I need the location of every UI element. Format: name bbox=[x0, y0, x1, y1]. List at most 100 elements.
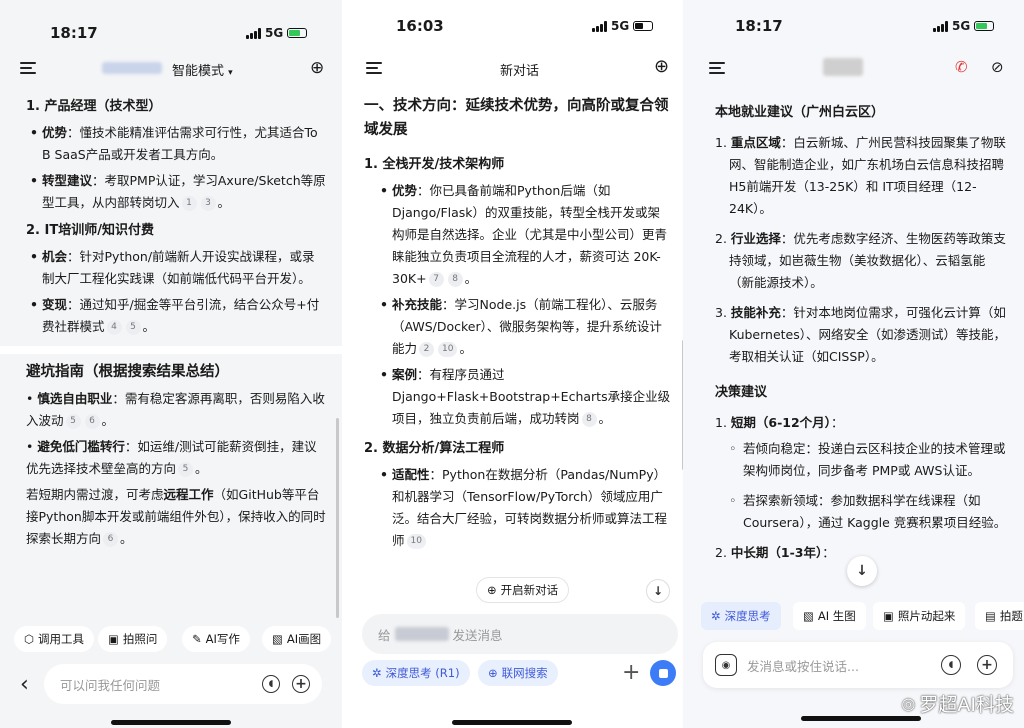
list-item: 机会：针对Python/前端新人开设实战课程，或录制大厂工程化实践课（如前端低代… bbox=[30, 246, 326, 290]
status-time: 18:17 bbox=[735, 17, 783, 35]
citation-badge[interactable]: 3 bbox=[200, 196, 216, 211]
back-arrow-icon[interactable]: ‹ bbox=[20, 672, 29, 697]
signal-icon bbox=[592, 20, 607, 32]
item-key: 优势 bbox=[392, 183, 418, 198]
item-key: 转型建议 bbox=[42, 173, 93, 188]
blurred-name bbox=[394, 627, 449, 641]
item-text: ：你已具备前端和Python后端（如Django/Flask）的双重技能，转型全… bbox=[392, 183, 668, 286]
menu-icon[interactable] bbox=[366, 62, 382, 74]
page-title: 新对话 bbox=[500, 64, 540, 79]
citation-badge[interactable]: 2 bbox=[419, 342, 435, 357]
chat-input[interactable]: 给 发送消息 bbox=[362, 614, 678, 654]
web-search-chip[interactable]: ⊕ 联网搜索 bbox=[478, 660, 558, 686]
new-chat-icon[interactable]: ⊕ bbox=[310, 58, 324, 78]
main-heading: 一、技术方向：延续技术优势，向高阶或复合领域发展 bbox=[364, 98, 669, 138]
text: 若短期内需过渡，可考虑 bbox=[26, 487, 164, 502]
list-item: 适配性：Python在数据分析（Pandas/NumPy）和机器学习（Tenso… bbox=[380, 464, 671, 552]
chat-content: 1. 产品经理（技术型） 优势：懂技术能精准评估需求可行性，尤其适合To B S… bbox=[0, 90, 342, 618]
citation-badge[interactable]: 6 bbox=[103, 532, 119, 547]
citation-badge[interactable]: 4 bbox=[106, 320, 122, 335]
scroll-down-icon[interactable]: ↓ bbox=[646, 579, 670, 603]
new-chat-icon[interactable]: ⊕ bbox=[654, 56, 669, 77]
list-item: 1. 短期（6-12个月）： bbox=[715, 415, 844, 430]
new-chat-button[interactable]: ⊕ 开启新对话 bbox=[476, 577, 570, 603]
citation-badge[interactable]: 10 bbox=[438, 342, 458, 357]
chip-label: 调用工具 bbox=[38, 632, 85, 646]
chip-label: 照片动起来 bbox=[897, 609, 956, 623]
plus-icon[interactable]: + bbox=[622, 660, 640, 685]
citation-badge[interactable]: 5 bbox=[125, 320, 141, 335]
citation-badge[interactable]: 5 bbox=[178, 462, 194, 477]
citation-badge[interactable]: 6 bbox=[84, 414, 100, 429]
citation-badge[interactable]: 1 bbox=[181, 196, 197, 211]
ai-image-chip[interactable]: ▧ AI 生图 bbox=[793, 602, 866, 630]
chat-content: 一、技术方向：延续技术优势，向高阶或复合领域发展 1. 全栈开发/技术架构师 优… bbox=[342, 94, 683, 600]
mode-selector[interactable]: 智能模式 ▾ bbox=[172, 60, 233, 79]
network-type: 5G bbox=[265, 26, 284, 40]
tools-chip[interactable]: ⬡ 调用工具 bbox=[14, 626, 95, 652]
phone-screen-3: 18:17 5G ✆ ⊘ 本地就业建议（广州白云区） 1. 重点区域：白云新城、… bbox=[683, 0, 1024, 728]
photo-icon: ▣ bbox=[883, 609, 894, 623]
menu-icon[interactable] bbox=[20, 62, 36, 74]
input-placeholder: 发送消息 bbox=[452, 627, 503, 643]
deep-think-chip[interactable]: ✲ 深度思考 bbox=[701, 602, 781, 630]
plus-icon[interactable]: + bbox=[292, 675, 310, 693]
signal-icon bbox=[246, 27, 261, 39]
blurred-avatar bbox=[102, 62, 162, 74]
camera-icon[interactable]: ◉ bbox=[715, 654, 737, 676]
chat-input[interactable]: 可以问我任何问题 ◖ + bbox=[44, 664, 322, 704]
photo-question-chip[interactable]: ▤ 拍题 bbox=[975, 602, 1024, 630]
item-key: 重点区域 bbox=[730, 135, 781, 150]
ai-write-chip[interactable]: ✎ AI写作 bbox=[182, 626, 250, 652]
chat-header: 新对话 ⊕ bbox=[342, 52, 683, 84]
status-bar: 18:17 5G bbox=[0, 0, 342, 44]
phone-screen-2: 16:03 5G 新对话 ⊕ 一、技术方向：延续技术优势，向高阶或复合领域发展 … bbox=[342, 0, 683, 728]
deep-think-chip[interactable]: ✲ 深度思考 (R1) bbox=[362, 660, 470, 686]
chat-header: 智能模式 ▾ ⊕ bbox=[0, 52, 342, 84]
plus-icon[interactable]: + bbox=[977, 655, 997, 675]
animate-photo-chip[interactable]: ▣ 照片动起来 bbox=[873, 602, 966, 630]
item-key: 行业选择 bbox=[730, 231, 781, 246]
watermark: ◎ 罗超AI科技 bbox=[901, 690, 1014, 717]
item-key: 机会 bbox=[42, 249, 68, 264]
item-text: 若探索新领域：参加数据科学在线课程（如 Coursera），通过 Kaggle … bbox=[743, 493, 1007, 530]
list-item: 3. 技能补充：针对本地岗位需求，可强化云计算（如 Kubernetes）、网络… bbox=[715, 305, 1007, 364]
ai-draw-chip[interactable]: ▧ AI画图 bbox=[262, 626, 332, 652]
scroll-down-icon[interactable]: ↓ bbox=[847, 556, 877, 586]
mute-icon[interactable]: ⊘ bbox=[991, 58, 1004, 76]
list-item: 补充技能：学习Node.js（前端工程化）、云服务（AWS/Docker）、微服… bbox=[380, 294, 671, 360]
voice-icon[interactable]: ◖ bbox=[262, 675, 280, 693]
section-heading: 决策建议 bbox=[715, 385, 768, 400]
phone-call-icon[interactable]: ✆ bbox=[955, 58, 968, 76]
voice-icon[interactable]: ◖ bbox=[941, 655, 961, 675]
citation-badge[interactable]: 8 bbox=[447, 272, 463, 287]
photo-ask-chip[interactable]: ▣ 拍照问 bbox=[98, 626, 168, 652]
item-key: 技能补充 bbox=[730, 305, 781, 320]
list-item: 2. 行业选择：优先考虑数字经济、生物医药等政策支持领域，如岜薇生物（美妆数据化… bbox=[715, 231, 1006, 290]
citation-badge[interactable]: 5 bbox=[65, 414, 81, 429]
atom-icon: ✲ bbox=[372, 666, 382, 680]
signal-status: 5G bbox=[592, 19, 654, 33]
citation-badge[interactable]: 8 bbox=[581, 412, 597, 427]
battery-charging-icon bbox=[974, 21, 995, 31]
status-time: 16:03 bbox=[396, 17, 444, 35]
scan-icon: ▤ bbox=[985, 609, 996, 623]
chip-label: AI写作 bbox=[205, 632, 240, 646]
chat-input[interactable]: ◉ 发消息或按住说话... ◖ + bbox=[703, 642, 1013, 688]
item-key: 优势 bbox=[42, 125, 68, 140]
list-item: • 避免低门槛转行：如运维/测试可能薪资倒挂，建议优先选择技术壁垒高的方向 5。 bbox=[26, 439, 317, 477]
citation-badge[interactable]: 7 bbox=[428, 272, 444, 287]
stop-button[interactable] bbox=[650, 660, 676, 686]
list-item: 优势：懂技术能精准评估需求可行性，尤其适合To B SaaS产品或开发者工具方向… bbox=[30, 122, 326, 166]
signal-icon bbox=[933, 20, 948, 32]
section-heading: 2. IT培训师/知识付费 bbox=[26, 223, 154, 238]
scrollbar[interactable] bbox=[336, 418, 339, 618]
phone-screen-1: 18:17 5G 智能模式 ▾ ⊕ 1. 产品经理（技术型） 优势：懂技术能精准… bbox=[0, 0, 342, 728]
menu-icon[interactable] bbox=[709, 62, 725, 74]
item-key: 中长期（1-3年） bbox=[730, 545, 823, 560]
section-heading: 2. 数据分析/算法工程师 bbox=[364, 441, 505, 456]
chip-label: 联网搜索 bbox=[501, 666, 548, 680]
status-bar: 18:17 5G bbox=[683, 0, 1024, 44]
item-text: ：针对Python/前端新人开设实战课程，或录制大厂工程化实践课（如前端低代码平… bbox=[42, 249, 315, 286]
section-heading: 本地就业建议（广州白云区） bbox=[715, 105, 885, 120]
